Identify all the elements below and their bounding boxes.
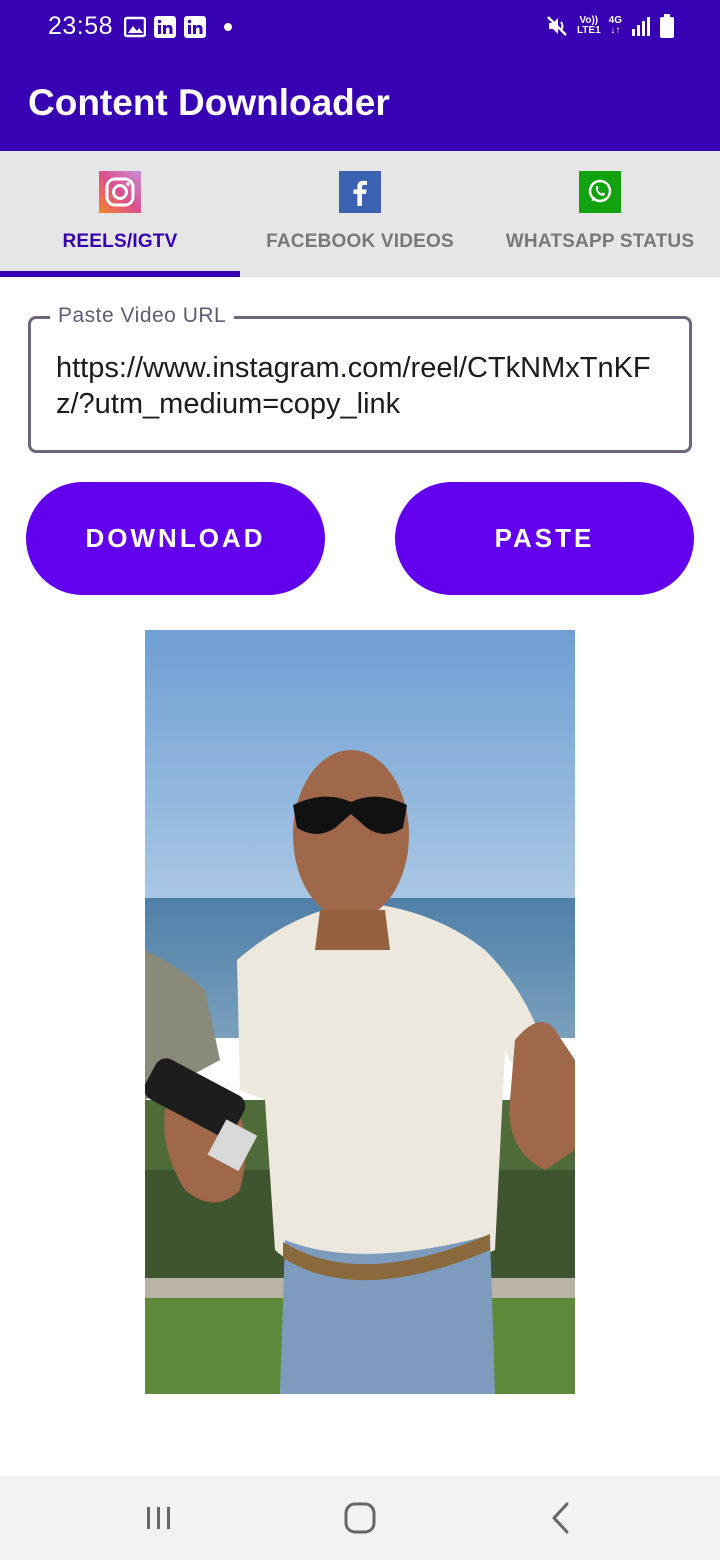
video-url-label: Paste Video URL bbox=[50, 304, 235, 328]
video-preview-image bbox=[145, 630, 575, 1394]
paste-button[interactable]: PASTE bbox=[395, 482, 694, 595]
back-icon[interactable] bbox=[537, 1496, 587, 1540]
facebook-icon bbox=[339, 171, 381, 213]
download-button[interactable]: DOWNLOAD bbox=[26, 482, 325, 595]
video-thumbnail[interactable] bbox=[145, 630, 575, 1394]
mute-icon bbox=[547, 16, 567, 36]
linkedin-icon bbox=[184, 16, 206, 38]
tab-facebook-videos[interactable]: FACEBOOK VIDEOS bbox=[240, 151, 480, 277]
home-icon[interactable] bbox=[335, 1496, 385, 1540]
app-header: 23:58 Vo)) LTE1 4G ↓↑ Content Downloader bbox=[0, 0, 720, 151]
tab-reels-igtv[interactable]: REELS/IGTV bbox=[0, 151, 240, 277]
tab-bar: REELS/IGTV FACEBOOK VIDEOS WHATSAPP STAT… bbox=[0, 151, 720, 277]
image-icon bbox=[124, 16, 146, 38]
notification-dot bbox=[224, 23, 232, 31]
whatsapp-icon bbox=[579, 171, 621, 213]
recent-apps-icon[interactable] bbox=[134, 1496, 184, 1540]
status-right-icons: Vo)) LTE1 4G ↓↑ bbox=[545, 14, 674, 38]
status-left-icons bbox=[124, 16, 232, 38]
tab-label: FACEBOOK VIDEOS bbox=[266, 231, 454, 252]
status-time: 23:58 bbox=[48, 12, 114, 40]
network-volte-label: Vo)) LTE1 bbox=[576, 15, 601, 36]
signal-icon bbox=[632, 17, 650, 36]
tab-label: REELS/IGTV bbox=[62, 231, 178, 252]
video-url-value[interactable]: https://www.instagram.com/reel/CTkNMxTnK… bbox=[56, 350, 676, 422]
app-title: Content Downloader bbox=[28, 82, 390, 123]
linkedin-icon bbox=[154, 16, 176, 38]
status-bar: 23:58 Vo)) LTE1 4G ↓↑ bbox=[0, 0, 720, 56]
tab-whatsapp-status[interactable]: WHATSAPP STATUS bbox=[480, 151, 720, 277]
network-type-label: 4G ↓↑ bbox=[608, 15, 622, 36]
system-nav-bar bbox=[0, 1476, 720, 1560]
tab-label: WHATSAPP STATUS bbox=[505, 231, 695, 252]
battery-icon bbox=[660, 14, 674, 38]
instagram-icon bbox=[99, 171, 141, 213]
active-tab-indicator bbox=[0, 271, 240, 277]
